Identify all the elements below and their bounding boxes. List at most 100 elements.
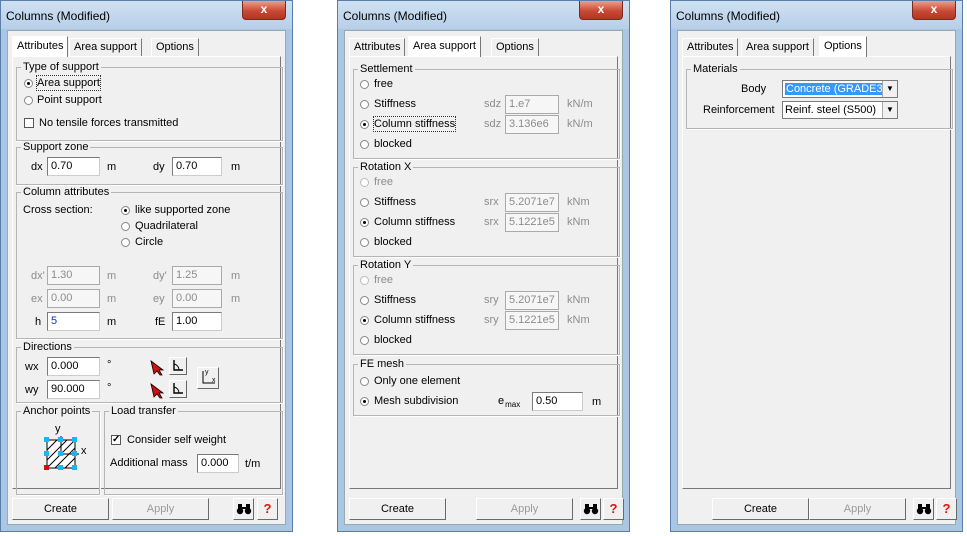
angle-x-button[interactable] (169, 357, 187, 375)
self-weight-checkbox[interactable]: ✓ (111, 435, 121, 445)
sdz-column-input[interactable]: 3.136e6 (505, 115, 559, 134)
find-binoculars-button[interactable] (233, 498, 254, 520)
apply-button[interactable]: Apply (809, 498, 906, 520)
rotx-free-radio[interactable] (360, 178, 369, 187)
roty-free-radio[interactable] (360, 276, 369, 285)
anchor-points-icon[interactable] (43, 436, 79, 472)
find-binoculars-button[interactable] (580, 498, 601, 520)
ex-input[interactable]: 0.00 (47, 289, 100, 308)
help-button[interactable]: ? (603, 498, 624, 520)
find-binoculars-button[interactable] (913, 498, 934, 520)
wx-input[interactable]: 0.000 (47, 357, 100, 376)
emax-input[interactable]: 0.50 (532, 392, 583, 411)
rotx-stiffness-radio[interactable] (360, 198, 369, 207)
rotx-free-label[interactable]: free (374, 175, 393, 189)
dialog-title: Columns (Modified) (6, 9, 111, 23)
rotx-blocked-radio[interactable] (360, 238, 369, 247)
settlement-stiffness-label[interactable]: Stiffness (374, 97, 416, 111)
tab-options[interactable]: Options (819, 36, 867, 57)
mesh-subdivision-label[interactable]: Mesh subdivision (374, 394, 458, 408)
settlement-free-label[interactable]: free (374, 77, 393, 91)
roty-blocked-radio[interactable] (360, 336, 369, 345)
apply-button[interactable]: Apply (476, 498, 573, 520)
settlement-free-radio[interactable] (360, 80, 369, 89)
roty-free-label[interactable]: free (374, 273, 393, 287)
help-button[interactable]: ? (936, 498, 957, 520)
wy-input[interactable]: 90.000 (47, 380, 100, 399)
roty-stiffness-radio[interactable] (360, 296, 369, 305)
point-support-radio[interactable] (24, 96, 33, 105)
tab-area-support[interactable]: Area support (408, 36, 481, 57)
like-zone-radio[interactable] (121, 206, 130, 215)
close-button[interactable]: x (912, 1, 956, 20)
rotx-column-stiffness-label[interactable]: Column stiffness (374, 215, 455, 229)
tab-options[interactable]: Options (151, 38, 199, 56)
create-button[interactable]: Create (12, 498, 109, 520)
roty-stiffness-label[interactable]: Stiffness (374, 293, 416, 307)
rotx-blocked-label[interactable]: blocked (374, 235, 412, 249)
pick-direction-y-icon[interactable] (148, 381, 166, 399)
roty-column-stiffness-label[interactable]: Column stiffness (374, 313, 455, 327)
pick-direction-x-icon[interactable] (148, 358, 166, 376)
tab-area-support[interactable]: Area support (69, 38, 142, 56)
no-tensile-checkbox[interactable] (24, 118, 34, 128)
circle-label[interactable]: Circle (135, 235, 163, 249)
like-zone-label[interactable]: like supported zone (135, 203, 230, 217)
settlement-stiffness-radio[interactable] (360, 100, 369, 109)
circle-radio[interactable] (121, 238, 130, 247)
fe-input[interactable]: 1.00 (172, 312, 222, 331)
settlement-blocked-label[interactable]: blocked (374, 137, 412, 151)
create-button[interactable]: Create (712, 498, 809, 520)
tab-attributes[interactable]: Attributes (682, 38, 739, 56)
srx-column-input[interactable]: 5.1221e5 (505, 213, 559, 232)
title-bar[interactable]: Columns (Modified) x (671, 1, 962, 29)
axis-system-button[interactable]: y x (197, 367, 219, 389)
area-support-radio[interactable] (24, 79, 33, 88)
h-input[interactable]: 5 (47, 312, 100, 331)
dx-prime-input[interactable]: 1.30 (47, 266, 100, 285)
angle-y-button[interactable] (169, 380, 187, 398)
additional-mass-input[interactable]: 0.000 (197, 454, 239, 473)
point-support-label[interactable]: Point support (37, 93, 102, 107)
mesh-subdivision-radio[interactable] (360, 397, 369, 406)
only-one-element-label[interactable]: Only one element (374, 374, 460, 388)
area-support-label[interactable]: Area support (36, 75, 101, 91)
sry-column-input[interactable]: 5.1221e5 (505, 311, 559, 330)
quadrilateral-label[interactable]: Quadrilateral (135, 219, 198, 233)
tab-options[interactable]: Options (491, 38, 539, 56)
no-tensile-label[interactable]: No tensile forces transmitted (39, 116, 178, 130)
dy-input[interactable]: 0.70 (172, 157, 222, 176)
sdz-stiffness-input[interactable]: 1.e7 (505, 95, 559, 114)
settlement-column-stiffness-label[interactable]: Column stiffness (372, 116, 457, 132)
tab-attributes[interactable]: Attributes (12, 36, 69, 57)
dx-input[interactable]: 0.70 (47, 157, 100, 176)
ey-input[interactable]: 0.00 (172, 289, 222, 308)
title-bar[interactable]: Columns (Modified) x (1, 1, 292, 29)
settlement-column-stiffness-radio[interactable] (360, 120, 369, 129)
apply-button[interactable]: Apply (112, 498, 209, 520)
quadrilateral-radio[interactable] (121, 222, 130, 231)
settlement-blocked-radio[interactable] (360, 140, 369, 149)
chevron-down-icon[interactable]: ▼ (882, 81, 897, 97)
srx-stiffness-input[interactable]: 5.2071e7 (505, 193, 559, 212)
help-button[interactable]: ? (257, 498, 278, 520)
tab-attributes[interactable]: Attributes (349, 38, 406, 56)
roty-column-stiffness-radio[interactable] (360, 316, 369, 325)
chevron-down-icon[interactable]: ▼ (882, 102, 897, 118)
close-button[interactable]: x (242, 1, 286, 20)
title-bar[interactable]: Columns (Modified) x (338, 1, 629, 29)
tab-area-support[interactable]: Area support (741, 38, 814, 56)
self-weight-label[interactable]: Consider self weight (127, 433, 226, 447)
close-button[interactable]: x (579, 1, 623, 20)
fe-mesh-group: FE mesh Only one element Mesh subdivisio… (353, 358, 620, 416)
group-label: Rotation X (358, 161, 414, 174)
sry-stiffness-input[interactable]: 5.2071e7 (505, 291, 559, 310)
reinforcement-select[interactable]: Reinf. steel (S500) ▼ (782, 101, 898, 119)
create-button[interactable]: Create (349, 498, 446, 520)
rotx-stiffness-label[interactable]: Stiffness (374, 195, 416, 209)
body-select[interactable]: Concrete (GRADE3 ▼ (782, 80, 898, 98)
dy-prime-input[interactable]: 1.25 (172, 266, 222, 285)
roty-blocked-label[interactable]: blocked (374, 333, 412, 347)
only-one-element-radio[interactable] (360, 377, 369, 386)
rotx-column-stiffness-radio[interactable] (360, 218, 369, 227)
